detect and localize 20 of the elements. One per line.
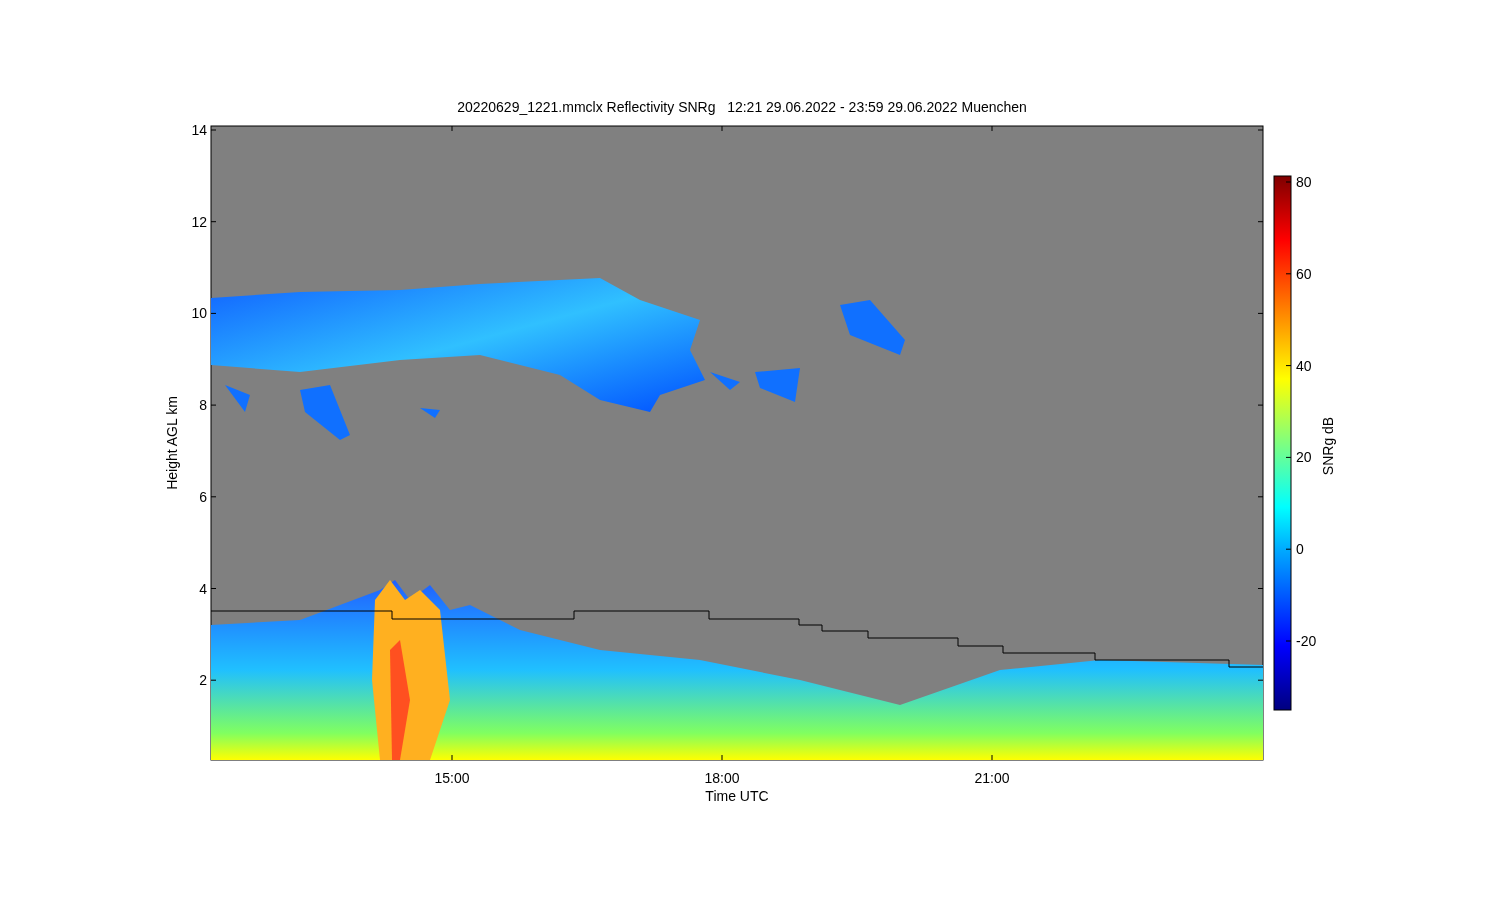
colorbar-tick-label: 20 [1296, 449, 1312, 466]
y-tick-label: 12 [191, 213, 207, 230]
y-tick-label: 8 [199, 397, 207, 414]
x-tick-label: 18:00 [704, 770, 740, 786]
chart-title: 20220629_1221.mmclx Reflectivity SNRg 12:21 29.06.2022 - 23:59 29.06.2022 Muenchen [457, 99, 1027, 115]
y-tick-label: 4 [199, 580, 207, 597]
x-tick-label: 21:00 [974, 770, 1010, 786]
colorbar-label: SNRg dB [1320, 416, 1336, 476]
colorbar-tick-label: 0 [1296, 541, 1304, 558]
y-axis-label: Height AGL km [164, 396, 180, 490]
colorbar-tick-label: 80 [1296, 174, 1312, 190]
x-tick-label: 15:00 [434, 770, 470, 786]
y-tick-label: 14 [191, 122, 207, 138]
y-tick-label: 2 [199, 672, 207, 689]
colorbar-tick-label: -20 [1296, 633, 1317, 649]
y-tick-label: 6 [199, 488, 207, 505]
colorbar-tick-label: 60 [1296, 265, 1312, 282]
x-axis-label: Time UTC [705, 788, 769, 804]
y-tick-label: 10 [191, 305, 207, 322]
colorbar-tick-label: 40 [1296, 357, 1312, 374]
